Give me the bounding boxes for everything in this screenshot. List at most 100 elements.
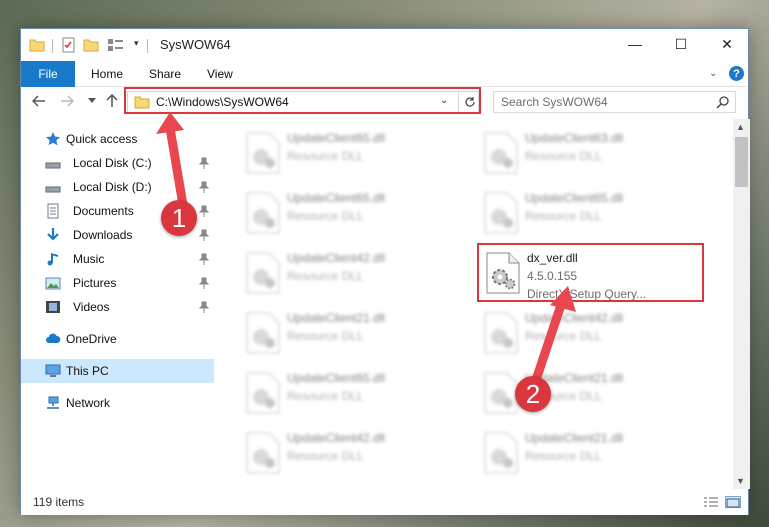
sidebar-item-label: Local Disk (D:) [73, 180, 152, 194]
sidebar-item-label: Music [73, 252, 105, 266]
sidebar-item-network[interactable]: Network [21, 391, 214, 415]
drive-icon [45, 155, 61, 171]
maximize-button[interactable]: ☐ [658, 29, 704, 59]
pin-icon[interactable] [198, 229, 210, 241]
scrollbar-thumb[interactable] [735, 137, 748, 187]
file-name: UpdateClient42.dll [525, 311, 624, 325]
toolbar-divider [147, 39, 148, 53]
scroll-up-icon[interactable]: ▲ [736, 122, 745, 132]
recent-locations-icon[interactable] [82, 91, 102, 111]
music-icon [45, 251, 61, 267]
downloads-icon [45, 227, 61, 243]
file-type: Resource DLL [525, 449, 602, 463]
file-tile[interactable]: UpdateClient21.dll Resource DLL [217, 303, 447, 359]
customize-toolbar-icon[interactable]: ▾ [134, 38, 139, 49]
properties-icon[interactable] [61, 37, 77, 53]
window-title: SysWOW64 [160, 37, 231, 52]
scroll-down-icon[interactable]: ▼ [736, 476, 745, 486]
file-tile[interactable]: UpdateClient21.dll Resource DLL [455, 423, 685, 479]
navigation-pane: Quick access Local Disk (C:) Local Disk … [21, 119, 214, 489]
sidebar-item-this-pc[interactable]: This PC [21, 359, 214, 383]
toolbar-divider [52, 39, 53, 53]
file-name: UpdateClient63.dll [525, 131, 624, 145]
search-icon[interactable] [716, 95, 730, 109]
close-button[interactable]: ✕ [704, 29, 750, 59]
help-icon[interactable]: ? [729, 66, 744, 81]
dll-file-icon [243, 191, 283, 235]
details-view-icon[interactable] [703, 496, 719, 508]
drive-icon [45, 179, 61, 195]
file-highlight-box [477, 243, 704, 302]
pictures-icon [45, 275, 61, 291]
computer-icon [45, 363, 61, 379]
sidebar-item-local-disk-d[interactable]: Local Disk (D:) [21, 175, 214, 199]
minimize-button[interactable]: — [612, 29, 658, 59]
status-bar: 119 items [21, 489, 748, 515]
file-type: Resource DLL [287, 269, 364, 283]
expand-ribbon-icon[interactable]: ⌄ [709, 68, 717, 79]
file-name: UpdateClient21.dll [287, 311, 386, 325]
vertical-scrollbar[interactable]: ▲ ▼ [733, 119, 750, 489]
view-options-icon[interactable] [107, 37, 127, 53]
back-arrow-icon[interactable] [29, 91, 49, 111]
sidebar-item-onedrive[interactable]: OneDrive [21, 327, 214, 351]
up-arrow-icon[interactable] [102, 91, 122, 111]
file-name: UpdateClient42.dll [287, 251, 386, 265]
pin-icon[interactable] [198, 157, 210, 169]
file-tile[interactable]: UpdateClient65.dll Resource DLL [217, 183, 447, 239]
file-name: UpdateClient65.dll [287, 371, 386, 385]
star-icon [45, 131, 61, 147]
sidebar-item-label: Pictures [73, 276, 117, 290]
file-name: UpdateClient42.dll [287, 431, 386, 445]
file-type: Resource DLL [525, 149, 602, 163]
step-1-callout: 1 [161, 200, 197, 236]
tab-home[interactable]: Home [91, 67, 123, 81]
pin-icon[interactable] [198, 301, 210, 313]
file-name: UpdateClient21.dll [525, 431, 624, 445]
documents-icon [45, 203, 61, 219]
file-tile[interactable]: UpdateClient65.dll Resource DLL [455, 183, 685, 239]
sidebar-item-local-disk-c[interactable]: Local Disk (C:) [21, 151, 214, 175]
search-input[interactable]: Search SysWOW64 [493, 91, 736, 113]
file-tile[interactable]: UpdateClient42.dll Resource DLL [455, 303, 685, 359]
dll-file-icon [243, 251, 283, 295]
sidebar-item-label: Videos [73, 300, 110, 314]
search-placeholder: Search SysWOW64 [501, 95, 608, 109]
item-count: 119 items [33, 495, 85, 509]
dll-file-icon [243, 431, 283, 475]
file-tile[interactable]: UpdateClient21.dll Resource DLL [455, 363, 685, 419]
file-tile[interactable]: UpdateClient65.dll Resource DLL [217, 363, 447, 419]
dll-file-icon [243, 371, 283, 415]
file-tile[interactable]: UpdateClient65.dll Resource DLL [217, 123, 447, 179]
new-folder-icon[interactable] [83, 37, 99, 53]
file-type: Resource DLL [287, 209, 364, 223]
sidebar-item-pictures[interactable]: Pictures [21, 271, 214, 295]
videos-icon [45, 299, 61, 315]
sidebar-item-videos[interactable]: Videos [21, 295, 214, 319]
dll-file-icon [243, 311, 283, 355]
sidebar-item-label: Documents [73, 204, 134, 218]
ribbon-tabs: File Home Share View ⌄ ? [21, 61, 748, 87]
pin-icon[interactable] [198, 277, 210, 289]
sidebar-item-label: This PC [66, 364, 109, 378]
file-tile[interactable]: UpdateClient42.dll Resource DLL [217, 423, 447, 479]
file-tile[interactable]: UpdateClient63.dll Resource DLL [455, 123, 685, 179]
forward-arrow-icon[interactable] [57, 91, 77, 111]
tab-share[interactable]: Share [149, 67, 181, 81]
tab-view[interactable]: View [207, 67, 233, 81]
sidebar-item-music[interactable]: Music [21, 247, 214, 271]
sidebar-item-quick-access[interactable]: Quick access [21, 127, 214, 151]
pin-icon[interactable] [198, 253, 210, 265]
tiles-view-icon[interactable] [725, 496, 741, 508]
step-2-callout: 2 [515, 376, 551, 412]
file-type: Resource DLL [525, 209, 602, 223]
dll-file-icon [481, 131, 521, 175]
pin-icon[interactable] [198, 205, 210, 217]
tab-file[interactable]: File [21, 61, 75, 87]
file-tile[interactable]: UpdateClient42.dll Resource DLL [217, 243, 447, 299]
pin-icon[interactable] [198, 181, 210, 193]
file-type: Resource DLL [287, 329, 364, 343]
file-list: UpdateClient65.dll Resource DLL UpdateCl… [217, 119, 733, 489]
folder-icon [29, 37, 45, 53]
sidebar-item-label: Network [66, 396, 111, 410]
